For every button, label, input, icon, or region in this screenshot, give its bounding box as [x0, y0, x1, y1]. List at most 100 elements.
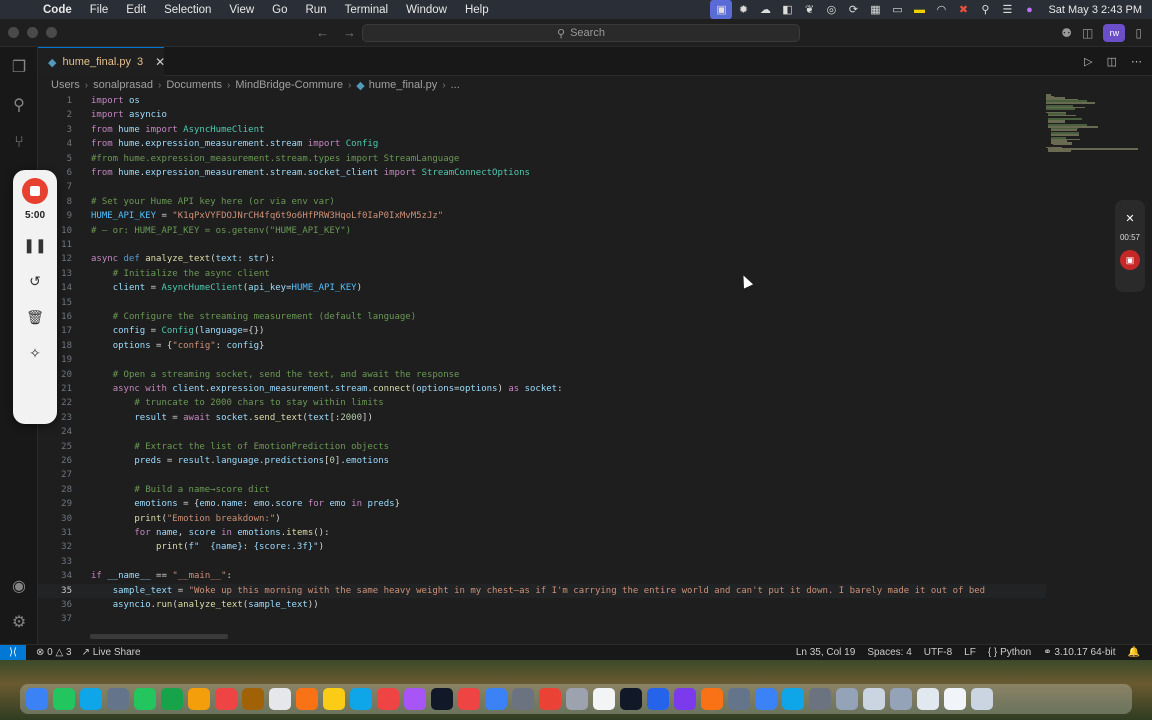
dock-app-icon[interactable] [242, 688, 264, 710]
code-line[interactable]: 10 # — or: HUME_API_KEY = os.getenv("HUME… [38, 224, 1046, 238]
python-interpreter[interactable]: ⚭ 3.10.17 64-bit [1043, 647, 1115, 658]
code-line[interactable]: 19 [38, 353, 1046, 367]
code-line[interactable]: 2 import asyncio [38, 108, 1046, 122]
encoding[interactable]: UTF-8 [924, 647, 952, 658]
copilot-icon[interactable]: ⚉ [1061, 26, 1072, 40]
minimap[interactable] [1046, 94, 1142, 154]
dock-app-icon[interactable] [755, 688, 777, 710]
menu-terminal[interactable]: Terminal [336, 4, 397, 16]
dock-app-icon[interactable] [566, 688, 588, 710]
dock-app-icon[interactable] [269, 688, 291, 710]
code-line[interactable]: 13 # Initialize the async client [38, 267, 1046, 281]
dock-app-icon[interactable] [971, 688, 993, 710]
code-line[interactable]: 29 emotions = {emo.name: emo.score for e… [38, 497, 1046, 511]
breadcrumb-item[interactable]: Users [51, 79, 80, 91]
dock-app-icon[interactable] [215, 688, 237, 710]
dock-app-icon[interactable] [539, 688, 561, 710]
dock-app-icon[interactable] [701, 688, 723, 710]
breadcrumb-item[interactable]: ... [451, 79, 460, 91]
close-icon[interactable]: ✕ [155, 55, 165, 69]
stop-camera-icon[interactable]: ▣ [1120, 250, 1140, 270]
code-line[interactable]: 3 from hume import AsyncHumeClient [38, 123, 1046, 137]
code-line[interactable]: 36 asyncio.run(analyze_text(sample_text)… [38, 598, 1046, 612]
window-icon[interactable]: ▭ [886, 0, 908, 19]
menu-app-name[interactable]: Code [34, 4, 81, 16]
command-center-search[interactable]: ⚲ Search [362, 24, 800, 42]
breadcrumb-item[interactable]: Documents [166, 79, 222, 91]
code-line[interactable]: 17 config = Config(language={}) [38, 324, 1046, 338]
dock-app-icon[interactable] [323, 688, 345, 710]
menu-go[interactable]: Go [263, 4, 296, 16]
dock-app-icon[interactable] [620, 688, 642, 710]
dock-app-icon[interactable] [134, 688, 156, 710]
code-line[interactable]: 15 [38, 296, 1046, 310]
notifications-bell-icon[interactable]: 🔔 [1128, 647, 1140, 658]
leaf-icon[interactable]: ❦ [798, 0, 820, 19]
code-line[interactable]: 21 async with client.expression_measurem… [38, 382, 1046, 396]
close-window-button[interactable] [8, 27, 19, 38]
language-mode[interactable]: { } Python [988, 647, 1031, 658]
control-center-icon[interactable]: ☰ [996, 0, 1018, 19]
collapse-icon[interactable]: ✕ [1125, 212, 1134, 225]
dock-app-icon[interactable] [26, 688, 48, 710]
menu-selection[interactable]: Selection [155, 4, 220, 16]
menu-file[interactable]: File [81, 4, 118, 16]
dock-app-icon[interactable] [782, 688, 804, 710]
app-icon[interactable]: ◧ [776, 0, 798, 19]
dock-app-icon[interactable] [593, 688, 615, 710]
code-editor[interactable]: 1 import os 2 import asyncio 3 from hume impo… [38, 94, 1046, 634]
code-line[interactable]: 8 # Set your Hume API key here (or via en… [38, 195, 1046, 209]
dock-app-icon[interactable] [53, 688, 75, 710]
code-line[interactable]: 22 # truncate to 2000 chars to stay with… [38, 396, 1046, 410]
source-control-icon[interactable]: ⑂ [0, 128, 38, 158]
wifi-icon[interactable]: ◠ [930, 0, 952, 19]
code-line[interactable]: 6 from hume.expression_measurement.stream… [38, 166, 1046, 180]
dock-app-icon[interactable] [350, 688, 372, 710]
dock-app-icon[interactable] [485, 688, 507, 710]
close-app-icon[interactable]: ✖ [952, 0, 974, 19]
minimize-window-button[interactable] [27, 27, 38, 38]
code-line[interactable]: 32 print(f" {name}: {score:.3f}") [38, 540, 1046, 554]
dock-app-icon[interactable] [161, 688, 183, 710]
dock-app-icon[interactable] [944, 688, 966, 710]
end-of-line[interactable]: LF [964, 647, 976, 658]
toggle-panel-icon[interactable]: ▯ [1135, 26, 1142, 40]
dock-app-icon[interactable] [377, 688, 399, 710]
cloud-icon[interactable]: ☁ [754, 0, 776, 19]
breadcrumb-item[interactable]: hume_final.py [369, 79, 438, 91]
zoom-window-button[interactable] [46, 27, 57, 38]
code-line[interactable]: 23 result = await socket.send_text(text[… [38, 411, 1046, 425]
menu-run[interactable]: Run [296, 4, 335, 16]
code-line[interactable]: 7 [38, 180, 1046, 194]
dock-app-icon[interactable] [431, 688, 453, 710]
code-line[interactable]: 25 # Extract the list of EmotionPredicti… [38, 440, 1046, 454]
vertical-scrollbar[interactable] [1141, 94, 1151, 634]
code-line[interactable]: 31 for name, score in emotions.items(): [38, 526, 1046, 540]
dock-app-icon[interactable] [809, 688, 831, 710]
dock-app-icon[interactable] [647, 688, 669, 710]
horizontal-scrollbar[interactable] [90, 634, 228, 639]
dock-app-icon[interactable] [890, 688, 912, 710]
code-line[interactable]: 14 client = AsyncHumeClient(api_key=HUME… [38, 281, 1046, 295]
forward-arrow-icon[interactable]: → [343, 25, 356, 40]
dock-app-icon[interactable] [863, 688, 885, 710]
back-arrow-icon[interactable]: ← [316, 25, 329, 40]
rw-extension-badge[interactable]: rw [1103, 24, 1126, 42]
dock-app-icon[interactable] [836, 688, 858, 710]
split-editor-icon[interactable]: ◫ [1107, 55, 1117, 68]
dock-app-icon[interactable] [80, 688, 102, 710]
code-line[interactable]: 20 # Open a streaming socket, send the t… [38, 368, 1046, 382]
dock-app-icon[interactable] [728, 688, 750, 710]
battery-icon[interactable]: ▬ [908, 0, 930, 19]
live-share-button[interactable]: ↗ Live Share [82, 647, 141, 658]
code-line[interactable]: 27 [38, 468, 1046, 482]
code-line[interactable]: 24 [38, 425, 1046, 439]
screen-share-icon[interactable]: ▣ [710, 0, 733, 19]
dock-app-icon[interactable] [512, 688, 534, 710]
code-line[interactable]: 16 # Configure the streaming measurement… [38, 310, 1046, 324]
code-line[interactable]: 33 [38, 555, 1046, 569]
code-line[interactable]: 34 if __name__ == "__main__": [38, 569, 1046, 583]
code-line[interactable]: 9 HUME_API_KEY = "K1qPxVYFDOJNrCH4fq6t9o6… [38, 209, 1046, 223]
calendar-icon[interactable]: ▦ [864, 0, 886, 19]
code-line[interactable]: 37 [38, 612, 1046, 626]
